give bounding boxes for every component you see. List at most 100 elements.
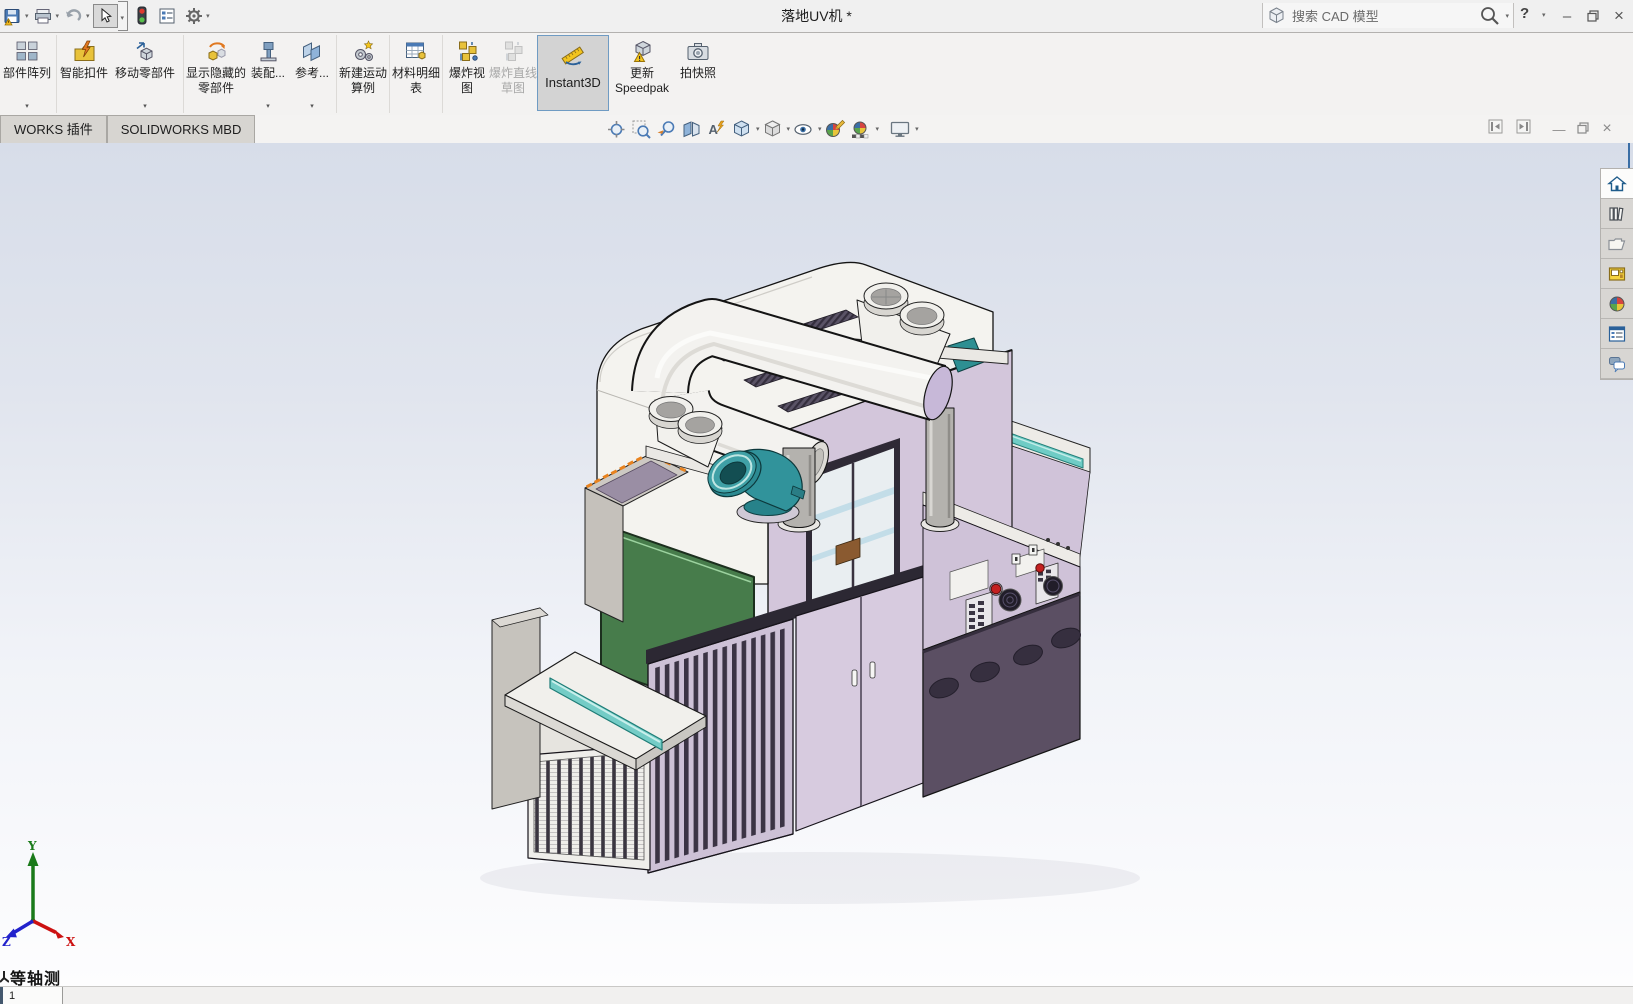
monitor-icon (889, 119, 911, 140)
chevron-down-icon[interactable]: ▾ (876, 125, 880, 133)
doc-restore-button[interactable] (1571, 122, 1595, 137)
previous-view-button[interactable] (656, 119, 677, 140)
tab-solidworks-mbd[interactable]: SOLIDWORKS MBD (107, 115, 256, 143)
chevron-down-icon[interactable]: ▾ (86, 12, 90, 20)
restore-button[interactable] (1580, 0, 1606, 32)
ribbon-button-snapshot[interactable]: 拍快照 (675, 35, 721, 111)
apply-scene-button[interactable] (850, 119, 872, 140)
edit-appearance-icon (824, 119, 846, 140)
chevron-down-icon[interactable]: ▾ (787, 125, 791, 133)
save-button[interactable] (3, 7, 22, 26)
chevron-down-icon[interactable]: ▾ (915, 125, 919, 133)
ribbon-button-assembly[interactable]: 装配... ▾ (246, 35, 290, 111)
cooling-fan (999, 589, 1021, 611)
document-window-controls: — × (1488, 119, 1619, 139)
view-settings-button[interactable] (889, 119, 911, 140)
custom-properties-icon (1607, 324, 1627, 344)
ribbon-button-reference[interactable]: 参考... ▾ (290, 35, 334, 111)
view-orientation-cube-icon (731, 119, 752, 140)
rear-vertical-pipe (921, 408, 959, 532)
ribbon-button-show-hidden[interactable]: 显示隐藏的零部件 (186, 35, 246, 111)
taskpane-design-library-button[interactable] (1601, 199, 1633, 229)
graphics-viewport[interactable]: Y X Z 等轴测 (0, 143, 1633, 986)
taskpane-forum-button[interactable] (1601, 349, 1633, 379)
chevron-down-icon: ▾ (290, 102, 334, 110)
snapshot-camera-icon (686, 38, 710, 65)
display-style-icon (762, 119, 783, 140)
select-tool-dropdown[interactable]: ▾ (118, 1, 129, 31)
minimize-button[interactable]: – (1554, 0, 1580, 32)
door-handle (870, 662, 875, 678)
taskpane-appearances-button[interactable] (1601, 289, 1633, 319)
display-style-button[interactable] (762, 119, 783, 140)
doc-minimize-button[interactable]: — (1547, 122, 1571, 137)
settings-button[interactable] (185, 7, 203, 25)
emergency-stop-button (991, 584, 1001, 594)
ribbon-button-motion-study[interactable]: 新建运动算例 (339, 35, 387, 111)
zoom-area-button[interactable] (631, 119, 652, 140)
help-button[interactable]: ? (1520, 5, 1529, 22)
axis-y-label: Y (27, 839, 37, 853)
doc-close-button[interactable]: × (1595, 120, 1619, 138)
chevron-down-icon[interactable]: ▾ (25, 12, 29, 20)
move-component-icon (134, 38, 157, 65)
interference-check-button[interactable] (135, 6, 149, 26)
cad-model-cube-icon (1267, 6, 1286, 25)
svg-text:A: A (709, 122, 719, 137)
annotation-view-button[interactable]: A (706, 119, 727, 140)
assembly-features-icon (257, 38, 280, 65)
select-tool-button[interactable] (93, 4, 118, 28)
tab-solidworks-addins[interactable]: WORKS 插件 (0, 115, 107, 143)
search-box[interactable]: 搜索 CAD 模型 ▾ (1262, 3, 1514, 28)
ribbon-button-instant3d[interactable]: Instant3D (537, 35, 609, 111)
task-pane (1600, 168, 1633, 380)
chevron-down-icon[interactable]: ▾ (756, 125, 760, 133)
chevron-down-icon[interactable]: ▾ (818, 125, 822, 133)
hide-show-items-button[interactable] (792, 119, 814, 140)
collapse-left-panel-button[interactable] (1488, 119, 1503, 139)
ribbon-button-exploded-view[interactable]: 爆炸视图 (445, 35, 489, 111)
ribbon-button-update-speedpak[interactable]: 更新Speedpak (609, 35, 675, 111)
ribbon-button-smart-fasteners[interactable]: 智能扣件 (59, 35, 109, 111)
options-list-button[interactable] (158, 7, 176, 25)
new-motion-study-icon (352, 38, 375, 65)
undo-button[interactable] (63, 7, 83, 25)
search-input[interactable]: 搜索 CAD 模型 (1292, 6, 1479, 25)
taskpane-file-explorer-button[interactable] (1601, 229, 1633, 259)
ribbon-button-move-component[interactable]: 移动零部件 ▾ (109, 35, 181, 111)
folder-icon (1607, 234, 1627, 254)
axis-x-label: X (66, 935, 76, 949)
zoom-area-icon (631, 119, 652, 140)
commandmanager-tab-row: WORKS 插件 SOLIDWORKS MBD A ▾ ▾ ▾ ▾ ▾ — × (0, 115, 1633, 144)
print-button[interactable] (33, 7, 53, 25)
reference-geometry-icon (301, 38, 324, 65)
print-icon (33, 7, 53, 25)
smart-fasteners-icon (73, 38, 96, 65)
restore-icon (1587, 10, 1599, 22)
search-dropdown-icon[interactable]: ▾ (1505, 12, 1509, 20)
chevron-down-icon: ▾ (109, 102, 181, 110)
taskpane-view-palette-button[interactable] (1601, 259, 1633, 289)
instant3d-icon (560, 42, 586, 69)
cooling-fan (1044, 577, 1063, 596)
edit-appearance-button[interactable] (824, 119, 846, 140)
undo-icon (63, 7, 83, 25)
chevron-down-icon[interactable]: ▾ (56, 12, 60, 20)
taskpane-custom-properties-button[interactable] (1601, 319, 1633, 349)
view-orientation-button[interactable] (731, 119, 752, 140)
explode-line-sketch-icon (502, 38, 525, 65)
traffic-light-icon (135, 6, 149, 26)
taskpane-home-button[interactable] (1601, 169, 1633, 199)
zoom-fit-button[interactable] (606, 119, 627, 140)
close-button[interactable]: × (1606, 0, 1632, 32)
ribbon-button-pattern[interactable]: 部件阵列 ▾ (0, 35, 54, 111)
ribbon-button-bom[interactable]: 材料明细表 (392, 35, 440, 111)
chevron-down-icon[interactable]: ▾ (206, 12, 210, 20)
section-view-button[interactable] (681, 119, 702, 140)
collapse-right-panel-button[interactable] (1516, 119, 1531, 139)
3d-model-uv-machine[interactable]: Y X Z (0, 143, 1633, 986)
help-dropdown-icon[interactable]: ▾ (1542, 11, 1546, 19)
model-tab[interactable]: 1 (3, 987, 63, 1004)
search-icon[interactable] (1479, 5, 1501, 27)
options-list-icon (158, 7, 176, 25)
